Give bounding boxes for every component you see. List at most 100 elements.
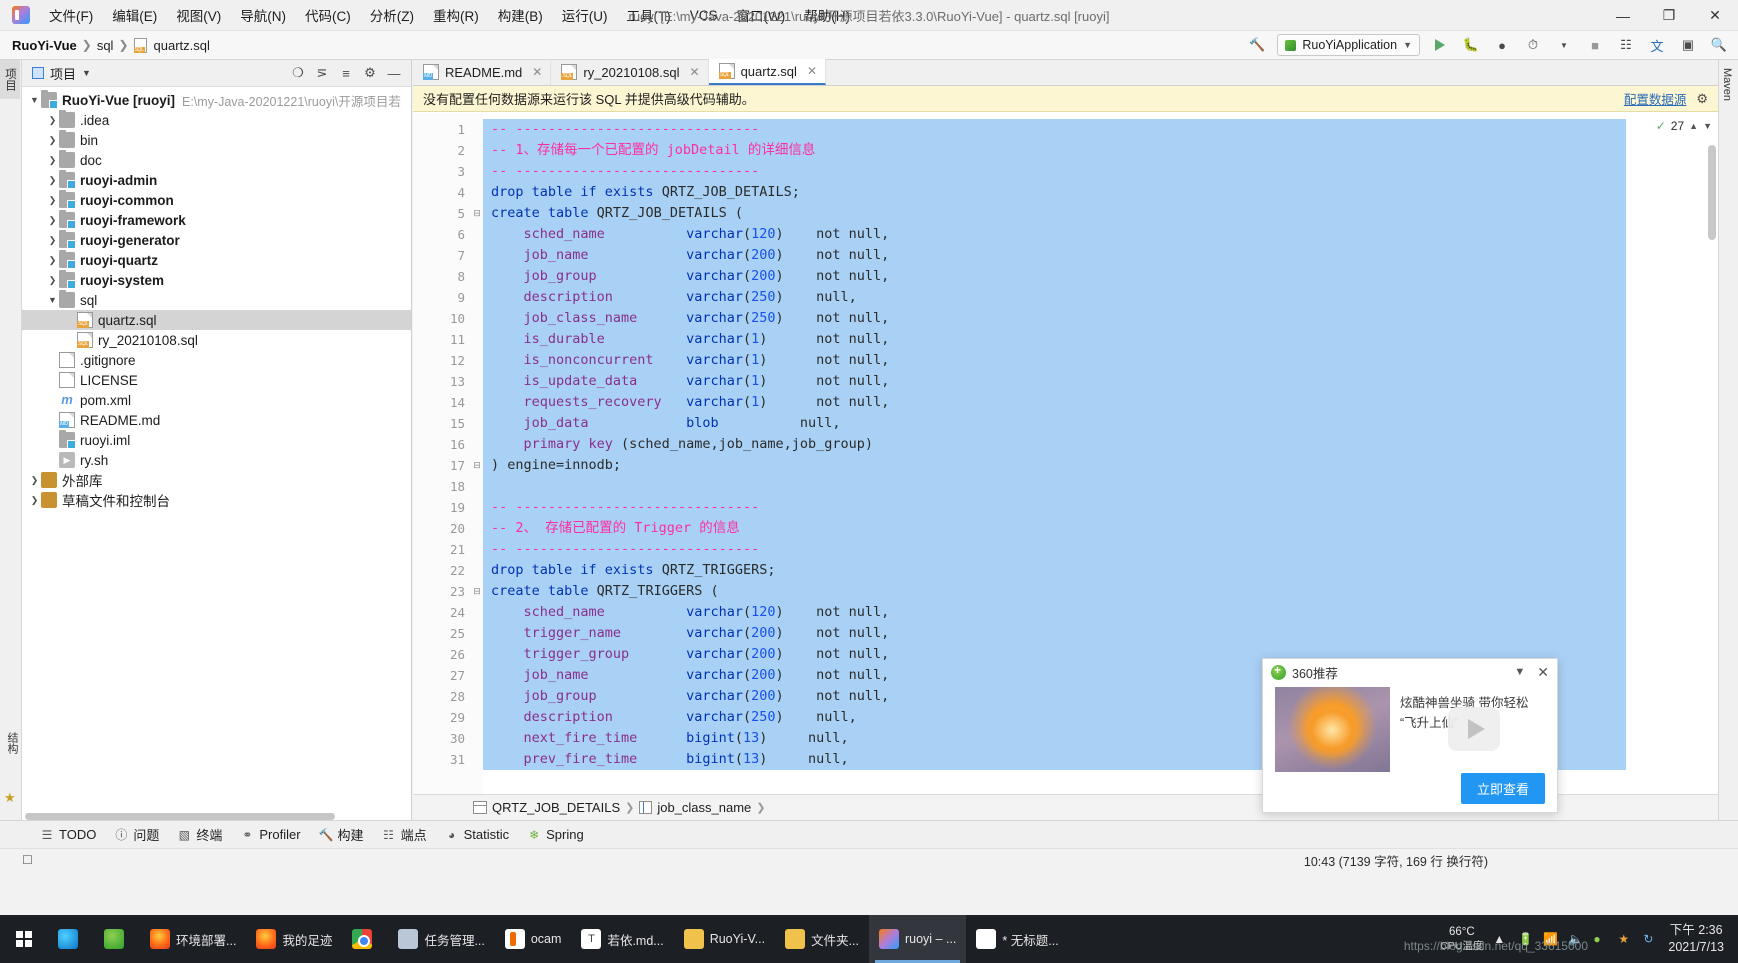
- tree-node-ruoyi-quartz[interactable]: ❯ ruoyi-quartz: [22, 250, 411, 270]
- tree-node-ruoyi-admin[interactable]: ❯ ruoyi-admin: [22, 170, 411, 190]
- project-tree[interactable]: ▼ RuoYi-Vue [ruoyi] E:\my-Java-20201221\ru…: [22, 87, 411, 820]
- close-icon[interactable]: ✕: [532, 65, 542, 79]
- code-line[interactable]: create table QRTZ_TRIGGERS (: [483, 581, 1626, 602]
- code-line[interactable]: sched_name varchar(120) not null,: [483, 224, 1626, 245]
- debug-icon[interactable]: 🐛: [1460, 34, 1482, 56]
- 360-icon[interactable]: ●: [1593, 932, 1608, 947]
- taskbar-item-chrome[interactable]: [342, 915, 388, 963]
- tree-node-ruoyi-vue[interactable]: ▼ RuoYi-Vue [ruoyi] E:\my-Java-20201221\ru…: [22, 90, 411, 110]
- menu-window[interactable]: 窗口(W): [728, 1, 795, 29]
- tree-node-license[interactable]: LICENSE: [22, 370, 411, 390]
- chevron-right-icon[interactable]: ❯: [46, 195, 59, 206]
- search-icon[interactable]: 🔍: [1708, 34, 1730, 56]
- profile-icon[interactable]: ⏱: [1522, 34, 1544, 56]
- chevron-right-icon[interactable]: ❯: [28, 475, 41, 486]
- shield-icon[interactable]: ★: [1618, 932, 1633, 947]
- code-line[interactable]: job_class_name varchar(250) not null,: [483, 308, 1626, 329]
- chevron-down-icon[interactable]: ▼: [82, 68, 91, 78]
- taskbar-item-my-footprint[interactable]: 我的足迹: [246, 915, 342, 963]
- chevron-down-icon[interactable]: ▼: [1703, 121, 1712, 131]
- menu-analyze[interactable]: 分析(Z): [361, 1, 423, 29]
- chevron-down-icon[interactable]: ▼: [46, 295, 59, 305]
- run-with-coverage-icon[interactable]: ●: [1491, 34, 1513, 56]
- code-line[interactable]: is_update_data varchar(1) not null,: [483, 371, 1626, 392]
- gear-icon[interactable]: ⚙: [1696, 91, 1708, 107]
- chevron-up-icon[interactable]: ▲: [1689, 121, 1698, 131]
- breadcrumb-folder[interactable]: sql: [97, 38, 114, 53]
- tool-button-problems[interactable]: ⓘ 问题: [114, 825, 159, 844]
- tool-button-statistic[interactable]: ◕ Statistic: [445, 827, 509, 842]
- tool-button-spring[interactable]: ❄ Spring: [527, 827, 584, 842]
- run-configuration-selector[interactable]: RuoYiApplication ▼: [1277, 34, 1420, 56]
- play-icon[interactable]: [1448, 707, 1500, 751]
- close-button[interactable]: ✕: [1692, 0, 1738, 31]
- tab-readme[interactable]: MD README.md ✕: [413, 59, 552, 85]
- sync-icon[interactable]: ↻: [1643, 932, 1658, 947]
- code-line[interactable]: job_data blob null,: [483, 413, 1626, 434]
- tool-button-build[interactable]: 🔨 构建: [319, 825, 364, 844]
- updates-icon[interactable]: ▣: [1677, 34, 1699, 56]
- code-line[interactable]: job_group varchar(200) not null,: [483, 266, 1626, 287]
- menu-code[interactable]: 代码(C): [296, 1, 360, 29]
- close-icon[interactable]: ✕: [690, 65, 700, 79]
- code-line[interactable]: -- ------------------------------: [483, 119, 1626, 140]
- tree-node--[interactable]: ❯ 外部库: [22, 470, 411, 490]
- tree-node-ruoyi-framework[interactable]: ❯ ruoyi-framework: [22, 210, 411, 230]
- tree-node--gitignore[interactable]: .gitignore: [22, 350, 411, 370]
- menu-help[interactable]: 帮助(H): [795, 1, 859, 29]
- chevron-down-icon[interactable]: ▼: [28, 95, 41, 105]
- tool-button-structure[interactable]: 结构: [2, 724, 22, 762]
- menu-run[interactable]: 运行(U): [553, 1, 617, 29]
- tree-node--idea[interactable]: ❯ .idea: [22, 110, 411, 130]
- minimize-button[interactable]: —: [1600, 0, 1646, 31]
- tool-button-project[interactable]: 项目: [0, 60, 20, 99]
- fold-marker[interactable]: ⊟: [471, 203, 483, 224]
- taskbar-item-typora[interactable]: T 若依.md...: [571, 915, 673, 963]
- configure-datasource-link[interactable]: 配置数据源: [1624, 89, 1687, 108]
- code-line[interactable]: -- 1、存储每一个已配置的 jobDetail 的详细信息: [483, 140, 1626, 161]
- breadcrumb-table[interactable]: QRTZ_JOB_DETAILS: [492, 800, 620, 815]
- taskbar-item-360-browser[interactable]: [94, 915, 140, 963]
- tree-node-pom-xml[interactable]: m pom.xml: [22, 390, 411, 410]
- taskbar-item-env-deploy[interactable]: 环境部署...: [140, 915, 246, 963]
- menu-file[interactable]: 文件(F): [40, 1, 102, 29]
- breadcrumb-project[interactable]: RuoYi-Vue: [12, 38, 77, 53]
- layout-icon[interactable]: ☷: [1615, 34, 1637, 56]
- windows-start-icon[interactable]: [0, 915, 48, 963]
- chevron-right-icon[interactable]: ❯: [46, 115, 59, 126]
- menu-tools[interactable]: 工具(T): [618, 1, 680, 29]
- menu-view[interactable]: 视图(V): [167, 1, 230, 29]
- taskbar-item-ruoyi-folder[interactable]: RuoYi-V...: [674, 915, 775, 963]
- more-run-icon[interactable]: ▼: [1553, 34, 1575, 56]
- code-line[interactable]: sched_name varchar(120) not null,: [483, 602, 1626, 623]
- menu-refactor[interactable]: 重构(R): [424, 1, 488, 29]
- tree-node-sql[interactable]: ▼ sql: [22, 290, 411, 310]
- taskbar-clock[interactable]: 下午 2:36 2021/7/13: [1668, 922, 1730, 956]
- tool-button-profiler[interactable]: ⚭ Profiler: [240, 827, 300, 842]
- code-line[interactable]: -- ------------------------------: [483, 539, 1626, 560]
- tool-button-endpoints[interactable]: ☷ 端点: [382, 825, 426, 844]
- tree-node--[interactable]: ❯ 草稿文件和控制台: [22, 490, 411, 510]
- tree-node-ry-20210108-sql[interactable]: SQL ry_20210108.sql: [22, 330, 411, 350]
- code-line[interactable]: description varchar(250) null,: [483, 287, 1626, 308]
- tree-node-ruoyi-iml[interactable]: ruoyi.iml: [22, 430, 411, 450]
- tree-node-ruoyi-system[interactable]: ❯ ruoyi-system: [22, 270, 411, 290]
- tree-node-bin[interactable]: ❯ bin: [22, 130, 411, 150]
- close-icon[interactable]: ✕: [1537, 664, 1549, 681]
- chevron-right-icon[interactable]: ❯: [46, 215, 59, 226]
- code-line[interactable]: drop table if exists QRTZ_JOB_DETAILS;: [483, 182, 1626, 203]
- code-line[interactable]: job_name varchar(200) not null,: [483, 245, 1626, 266]
- taskbar-item-task-manager[interactable]: 任务管理...: [388, 915, 494, 963]
- close-icon[interactable]: ✕: [807, 64, 817, 78]
- code-line[interactable]: -- ------------------------------: [483, 161, 1626, 182]
- maximize-button[interactable]: ❐: [1646, 0, 1692, 31]
- view-now-button[interactable]: 立即查看: [1460, 773, 1545, 804]
- code-line[interactable]: -- 2、 存储已配置的 Trigger 的信息: [483, 518, 1626, 539]
- menu-navigate[interactable]: 导航(N): [231, 1, 295, 29]
- taskbar-item-ocam[interactable]: ocam: [495, 915, 572, 963]
- tool-button-terminal[interactable]: ▧ 终端: [177, 825, 223, 844]
- editor-config-icon[interactable]: ☐: [22, 853, 33, 867]
- code-line[interactable]: -- ------------------------------: [483, 497, 1626, 518]
- tree-node-quartz-sql[interactable]: SQL quartz.sql: [22, 310, 411, 330]
- code-line[interactable]: [483, 476, 1626, 497]
